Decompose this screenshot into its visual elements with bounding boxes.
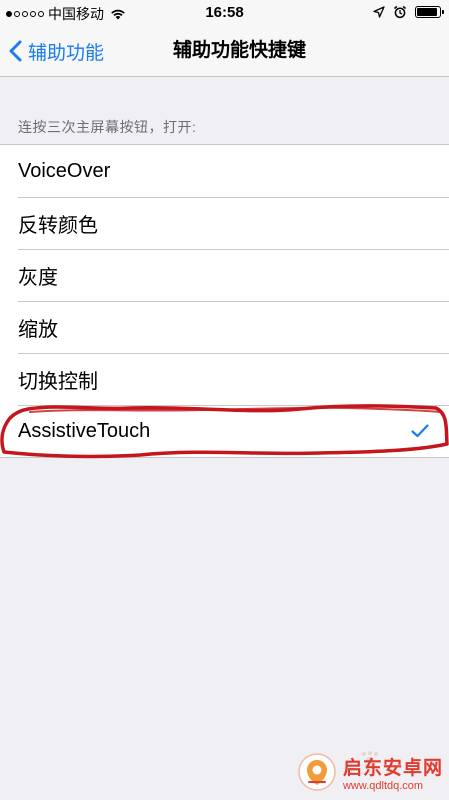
section-header: 连按三次主屏幕按钮，打开:	[18, 119, 197, 135]
status-bar: 中国移动 16:58	[0, 0, 449, 26]
watermark-logo-icon	[298, 753, 336, 791]
option-invert-colors[interactable]: 反转颜色	[0, 197, 449, 249]
option-label: 切换控制	[18, 370, 98, 393]
watermark-name: 启东安卓网	[342, 757, 443, 779]
option-label: 缩放	[18, 318, 58, 341]
battery-icon	[415, 6, 444, 18]
battery-tip	[442, 10, 444, 14]
option-label: 反转颜色	[18, 214, 98, 237]
watermark-text: 启东安卓网 www.qdltdq.com	[343, 753, 443, 792]
option-switch-control[interactable]: 切换控制	[0, 353, 449, 405]
option-zoom[interactable]: 缩放	[0, 301, 449, 353]
option-assistivetouch[interactable]: AssistiveTouch	[0, 405, 449, 457]
option-label: VoiceOver	[18, 159, 111, 182]
option-label: 灰度	[18, 266, 58, 289]
option-grayscale[interactable]: 灰度	[0, 249, 449, 301]
checkmark-icon	[411, 424, 429, 438]
alarm-icon	[394, 5, 406, 19]
status-right	[373, 5, 444, 19]
screen: 中国移动 16:58 辅助功能 辅助功能快捷键 连按三次主屏幕按钮，打开: Vo…	[0, 0, 449, 800]
watermark-url: www.qdltdq.com	[342, 779, 424, 792]
option-voiceover[interactable]: VoiceOver	[0, 145, 449, 197]
navigation-bar: 辅助功能 辅助功能快捷键	[0, 26, 449, 77]
location-arrow-icon	[373, 6, 385, 18]
page-title: 辅助功能快捷键	[172, 40, 306, 61]
watermark: 启东安卓网 www.qdltdq.com	[297, 752, 443, 792]
battery-fill	[417, 8, 437, 16]
option-label: AssistiveTouch	[18, 419, 151, 442]
shortcut-options-list: VoiceOver 反转颜色 灰度 缩放 切换控制 AssistiveTouch	[0, 144, 449, 458]
